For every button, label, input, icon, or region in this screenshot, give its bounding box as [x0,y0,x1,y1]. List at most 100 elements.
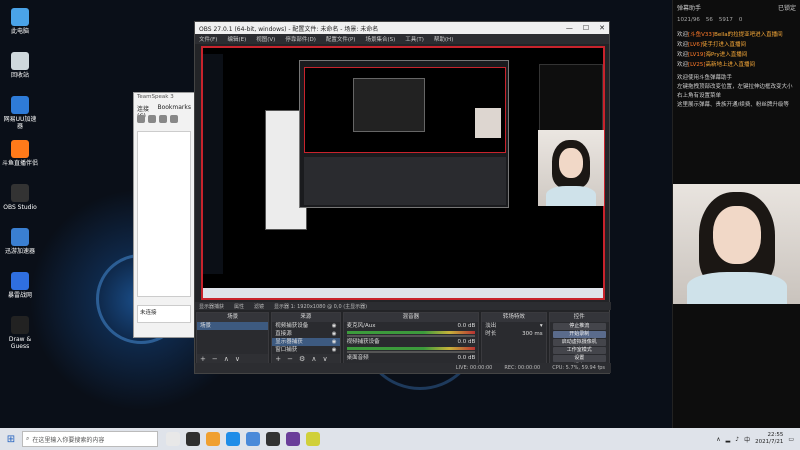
chat-stats: 1021/96 56 5917 0 [673,14,800,26]
bg-menu-item[interactable]: Bookmarks [157,104,191,112]
obs-menu-item[interactable]: 帮助(H) [434,35,453,43]
gear-icon[interactable]: ⚙ [299,355,305,363]
chat-header[interactable]: 弹幕助手 已锁定 [673,0,800,14]
control-button[interactable]: 工作室模式 [552,347,606,354]
mixer-channel-name: 麦克风/Aux [346,323,376,329]
bg-window-menu: 连接(C) Bookmarks [134,103,194,120]
danmu-chat-panel[interactable]: 弹幕助手 已锁定 1021/96 56 5917 0 欢迎[斗鱼V33]Bella的拉… [672,0,800,428]
obs-menu-item[interactable]: 文件(F) [199,35,217,43]
toolbar-icon[interactable] [137,115,145,123]
network-icon[interactable]: ▂ [726,436,731,443]
move-down-icon[interactable]: ∨ [235,355,240,363]
desktop-icon[interactable]: Draw & Guess [2,316,38,358]
taskbar-app-icon[interactable] [186,432,200,446]
source-item[interactable]: 视频捕获设备 ◉ [272,322,339,330]
desktop-icon[interactable]: OBS Studio [2,184,38,226]
windows-start-icon[interactable]: ⊞ [0,434,22,445]
desktop-icon[interactable]: 网易UU加速器 [2,96,38,138]
eye-icon[interactable]: ◉ [332,338,337,346]
close-button[interactable]: ✕ [599,24,605,32]
volume-slider[interactable] [346,351,476,353]
source-item[interactable]: 窗口捕获 ◉ [272,346,339,354]
move-down-icon[interactable]: ∨ [322,355,327,363]
control-button[interactable]: 开始录制 [552,331,606,338]
taskbar-app-icon[interactable] [206,432,220,446]
transition-duration[interactable]: 时长 300 ms [482,330,545,338]
move-up-icon[interactable]: ∧ [224,355,229,363]
add-icon[interactable]: + [200,355,206,363]
eye-icon[interactable]: ◉ [332,322,337,330]
search-icon: ⌕ [26,435,30,442]
app-icon [11,184,29,202]
chat-stat: 5917 [718,17,733,23]
toolbar-icon[interactable] [148,115,156,123]
sources-dock: 来源 视频捕获设备◉直接源◉显示器捕获◉窗口捕获◉文本 (GDI+)◉图像 2◉… [271,312,341,369]
search-placeholder: 在这里输入你要搜索的内容 [32,436,105,444]
maximize-button[interactable]: ☐ [583,24,589,32]
control-button[interactable]: 启动虚拟摄像机 [552,339,606,346]
chevron-up-icon[interactable]: ∧ [716,436,720,443]
taskbar-app-icon[interactable] [166,432,180,446]
taskbar-app-icon[interactable] [246,432,260,446]
control-button[interactable]: 停止推流 [552,323,606,330]
input-language[interactable]: 中 [744,435,750,444]
bg-window-footer: 未连接 [137,305,191,323]
obs-menu-item[interactable]: 工具(T) [405,35,424,43]
sources-dock-title: 来源 [272,313,340,322]
app-icon [11,96,29,114]
taskbar: ⊞ ⌕ 在这里输入你要搜索的内容 ∧ ▂ ♪ 中 22:55 2021/7/21… [0,428,800,450]
volume-slider[interactable] [346,335,476,337]
move-up-icon[interactable]: ∧ [311,355,316,363]
background-app-window[interactable]: TeamSpeak 3 连接(C) Bookmarks 未连接 [133,92,195,338]
app-icon [11,272,29,290]
toolbar-icon[interactable] [159,115,167,123]
source-item[interactable]: 显示器捕获 ◉ [272,338,340,346]
chat-message: 欢迎[LV25]高新地上进入直播间 [673,60,800,70]
obs-titlebar[interactable]: OBS 27.0.1 (64-bit, windows) - 配置文件: 未命名… [195,22,609,34]
mixer-channel-name: 视频捕获设备 [346,339,380,345]
message-prefix: 欢迎 [677,62,689,68]
shirt [546,186,596,206]
chat-title: 弹幕助手 [677,4,702,12]
control-button[interactable]: 设置 [552,355,606,362]
source-name: 直接源 [275,331,292,337]
source-toolbar-item[interactable]: 滤镜 [254,303,264,310]
add-icon[interactable]: + [275,355,281,363]
message-text: 徒手打进入直播间 [702,42,747,48]
source-toolbar-item[interactable]: 显示器捕获 [199,303,224,310]
transition-type-select[interactable]: 淡出 ▾ [482,322,545,330]
remove-icon[interactable]: − [212,355,218,363]
desktop-icon[interactable]: 迅游加速器 [2,228,38,270]
taskbar-search[interactable]: ⌕ 在这里输入你要搜索的内容 [22,431,158,447]
taskbar-app-icon[interactable] [226,432,240,446]
minimize-button[interactable]: — [566,24,573,32]
scene-item[interactable]: 场景 [197,322,269,330]
source-name: 视频捕获设备 [275,323,309,329]
eye-icon[interactable]: ◉ [332,346,337,354]
remove-icon[interactable]: − [287,355,293,363]
desktop-icon[interactable]: 暴雷战网 [2,272,38,314]
desktop-icon[interactable]: 回收站 [2,52,38,94]
source-toolbar-item[interactable]: 属性 [234,303,244,310]
desktop-icon[interactable]: 斗鱼直播伴侣 [2,140,38,182]
bg-menu-item[interactable]: 连接(C) [137,104,151,120]
taskbar-app-icon[interactable] [266,432,280,446]
volume-icon[interactable]: ♪ [735,436,739,443]
preview-nested-cam [475,108,501,138]
obs-menu-item[interactable]: 视图(V) [256,35,275,43]
toolbar-icon[interactable] [170,115,178,123]
obs-menu-item[interactable]: 停靠部件(D) [285,35,316,43]
obs-menu-item[interactable]: 场景集合(S) [365,35,395,43]
bg-window-content [137,131,191,297]
desktop-icon[interactable]: 此电脑 [2,8,38,50]
obs-menu-item[interactable]: 配置文件(P) [326,35,356,43]
taskbar-app-icon[interactable] [306,432,320,446]
source-toolbar-item: 显示器 1: 1920x1080 @ 0,0 (主显示器) [274,303,368,310]
eye-icon[interactable]: ◉ [332,330,337,338]
notification-icon[interactable]: ▭ [788,436,794,443]
taskbar-app-icon[interactable] [286,432,300,446]
obs-menu-item[interactable]: 编辑(E) [227,35,246,43]
source-item[interactable]: 直接源 ◉ [272,330,339,338]
clock[interactable]: 22:55 2021/7/21 [755,432,783,446]
chat-lock-status[interactable]: 已锁定 [778,3,796,12]
